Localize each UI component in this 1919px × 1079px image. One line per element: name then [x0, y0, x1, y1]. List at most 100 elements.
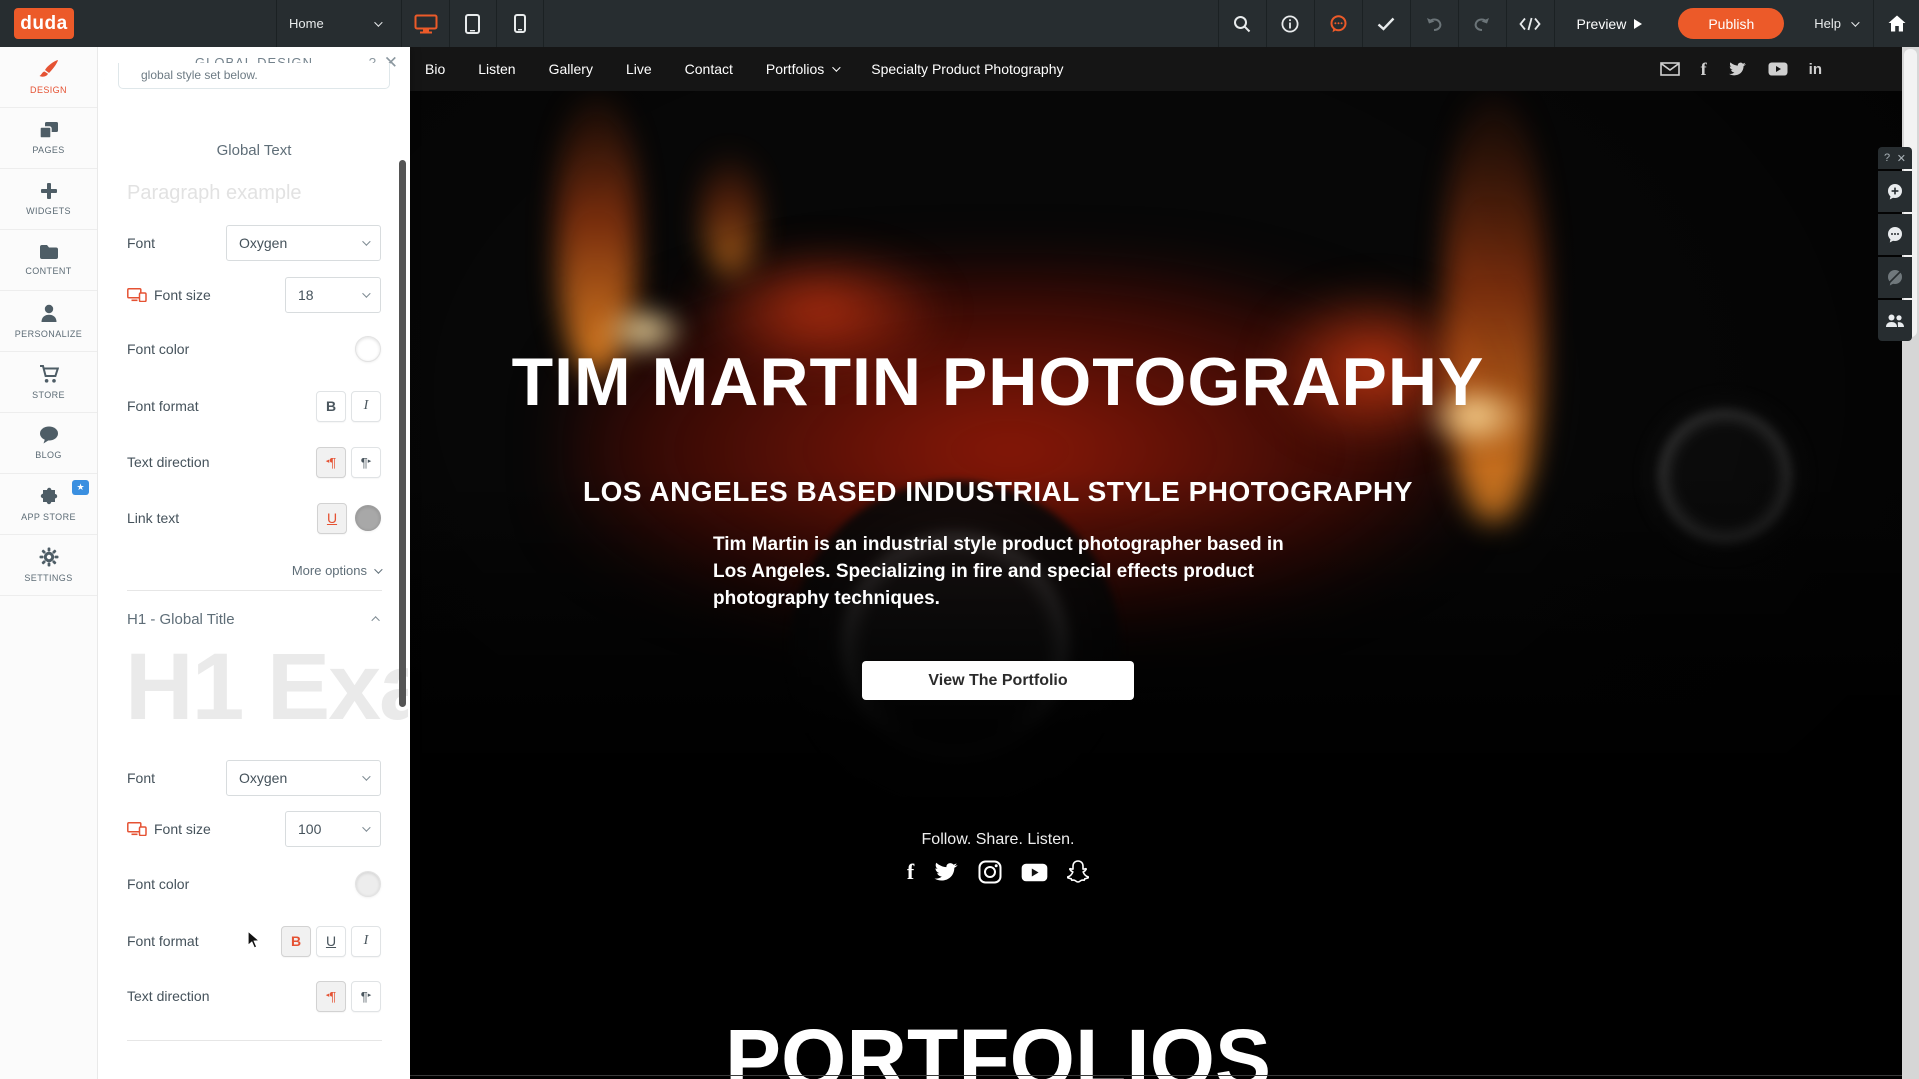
help-menu[interactable]: Help	[1798, 0, 1873, 47]
nav-link-contact[interactable]: Contact	[685, 61, 733, 77]
search-icon	[1233, 15, 1251, 33]
site-nav-bar: Bio Listen Gallery Live Contact Portfoli…	[410, 47, 1902, 91]
follow-text[interactable]: Follow. Share. Listen.	[410, 831, 1586, 849]
app-store-badge: ★	[72, 480, 89, 495]
h1-ltr-button[interactable]: ◂¶	[316, 981, 346, 1012]
device-tablet-button[interactable]	[449, 0, 496, 47]
font-size-row: Font size 18	[127, 277, 381, 313]
snapchat-icon[interactable]	[1067, 860, 1089, 884]
underline-label: U	[326, 933, 336, 949]
code-button[interactable]	[1506, 0, 1554, 47]
portfolios-heading[interactable]: PORTFOLIOS	[410, 1011, 1586, 1079]
sidebar-item-design[interactable]: DESIGN	[0, 47, 97, 108]
h1-font-size-label: Font size	[127, 821, 211, 837]
sidebar-item-store[interactable]: STORE	[0, 352, 97, 413]
hero-bg-wheel	[1640, 391, 1810, 561]
site-description[interactable]: Tim Martin is an industrial style produc…	[713, 531, 1288, 612]
sidebar-item-personalize[interactable]: PERSONALIZE	[0, 291, 97, 352]
sidebar-item-pages[interactable]: PAGES	[0, 108, 97, 169]
collaborators-button[interactable]	[1878, 300, 1912, 341]
comment-help-button[interactable]: ?	[1884, 152, 1890, 164]
sidebar-item-settings[interactable]: SETTINGS	[0, 535, 97, 596]
h1-rtl-button[interactable]: ¶▸	[351, 981, 381, 1012]
chevron-down-icon	[832, 63, 840, 71]
underline-button[interactable]: U	[317, 503, 347, 534]
youtube-icon[interactable]	[1021, 863, 1048, 882]
h1-font-color-swatch[interactable]	[355, 871, 381, 897]
sidebar-item-content[interactable]: CONTENT	[0, 230, 97, 291]
link-color-swatch[interactable]	[355, 505, 381, 531]
add-comment-icon	[1886, 183, 1904, 200]
add-comment-button[interactable]	[1878, 171, 1912, 212]
email-icon[interactable]	[1660, 62, 1680, 76]
close-icon[interactable]: ✕	[1897, 152, 1906, 165]
sidebar-item-blog[interactable]: BLOG	[0, 413, 97, 474]
font-size-select[interactable]: 18	[285, 277, 381, 313]
italic-button[interactable]: I	[351, 391, 381, 422]
twitter-icon[interactable]	[933, 862, 959, 883]
h1-example-preview: H1 Example	[125, 633, 408, 742]
pages-icon	[39, 121, 59, 139]
instagram-icon[interactable]	[978, 860, 1002, 884]
panel-scrollbar-thumb[interactable]	[399, 160, 406, 707]
preview-button[interactable]: Preview	[1554, 0, 1665, 47]
nav-link-live[interactable]: Live	[626, 61, 652, 77]
global-design-panel: GLOBAL DESIGN ? ✕ global style set below…	[98, 47, 410, 1079]
h1-section-header[interactable]: H1 - Global Title	[127, 607, 380, 631]
more-options-link[interactable]: More options	[292, 563, 380, 578]
site-title[interactable]: TIM MARTIN PHOTOGRAPHY	[410, 343, 1586, 421]
youtube-icon[interactable]	[1768, 62, 1788, 76]
undo-button[interactable]	[1410, 0, 1458, 47]
nav-link-specialty[interactable]: Specialty Product Photography	[871, 61, 1063, 77]
device-desktop-button[interactable]	[402, 0, 449, 47]
redo-button[interactable]	[1458, 0, 1506, 47]
hide-comments-button[interactable]	[1878, 257, 1912, 298]
nav-link-listen[interactable]: Listen	[478, 61, 515, 77]
hero-content: TIM MARTIN PHOTOGRAPHY LOS ANGELES BASED…	[410, 91, 1586, 949]
h1-font-size-select[interactable]: 100	[285, 811, 381, 847]
h1-italic-button[interactable]: I	[351, 926, 381, 957]
sidebar-item-label: PAGES	[32, 145, 64, 155]
sidebar-item-label: PERSONALIZE	[15, 329, 82, 339]
approve-button[interactable]	[1362, 0, 1410, 47]
hide-comments-icon	[1886, 269, 1904, 286]
comments-button[interactable]	[1314, 0, 1362, 47]
nav-link-bio[interactable]: Bio	[425, 61, 445, 77]
bold-button[interactable]: B	[316, 391, 346, 422]
text-direction-label: Text direction	[127, 454, 209, 470]
desktop-icon	[414, 14, 438, 34]
h1-bold-button[interactable]: B	[281, 926, 311, 957]
font-size-label-text: Font size	[154, 287, 211, 303]
rtl-pilcrow-icon: ¶▸	[361, 990, 372, 1003]
sidebar-item-label: DESIGN	[30, 85, 67, 95]
nav-link-gallery[interactable]: Gallery	[549, 61, 593, 77]
font-select[interactable]: Oxygen	[226, 225, 381, 261]
font-format-row: Font format B I	[127, 388, 381, 424]
hero-social-icons: f	[410, 859, 1586, 885]
search-button[interactable]	[1218, 0, 1266, 47]
dashboard-home-button[interactable]	[1873, 0, 1919, 47]
h1-font-size-label-text: Font size	[154, 821, 211, 837]
twitter-icon[interactable]	[1728, 62, 1747, 77]
h1-underline-button[interactable]: U	[316, 926, 346, 957]
view-comments-button[interactable]	[1878, 214, 1912, 255]
sidebar-item-widgets[interactable]: WIDGETS	[0, 169, 97, 230]
site-subtitle[interactable]: LOS ANGELES BASED INDUSTRIAL STYLE PHOTO…	[410, 476, 1586, 508]
font-color-swatch[interactable]	[355, 336, 381, 362]
page-selector[interactable]: Home	[277, 0, 392, 47]
facebook-icon[interactable]: f	[907, 859, 914, 885]
nav-link-portfolios[interactable]: Portfolios	[766, 61, 838, 77]
font-size-label: Font size	[127, 287, 211, 303]
linkedin-icon[interactable]: in	[1809, 61, 1822, 78]
info-button[interactable]	[1266, 0, 1314, 47]
facebook-icon[interactable]: f	[1701, 59, 1707, 80]
sidebar-item-app-store[interactable]: ★ APP STORE	[0, 474, 97, 535]
h1-font-color-label: Font color	[127, 876, 189, 892]
h1-font-select[interactable]: Oxygen	[226, 760, 381, 796]
rtl-button[interactable]: ¶▸	[351, 447, 381, 478]
duda-logo[interactable]: duda	[14, 8, 74, 39]
publish-button[interactable]: Publish	[1678, 8, 1784, 39]
view-portfolio-button[interactable]: View The Portfolio	[862, 661, 1134, 700]
ltr-button[interactable]: ◂¶	[316, 447, 346, 478]
device-mobile-button[interactable]	[496, 0, 543, 47]
